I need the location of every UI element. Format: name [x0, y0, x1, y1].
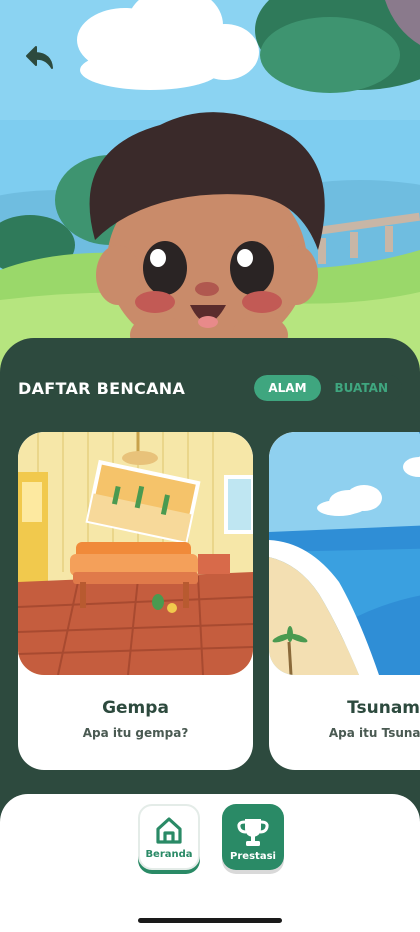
card-subtitle: Apa itu gempa? [82, 726, 189, 740]
scene-artwork [0, 0, 420, 380]
room-illustration [18, 432, 253, 675]
card-title: Tsunami [347, 698, 420, 718]
gempa-illustration [18, 432, 253, 675]
nav-prestasi-button[interactable]: Prestasi [222, 804, 284, 870]
disaster-card-tsunami[interactable]: Tsunami Apa itu Tsunami? [269, 432, 420, 770]
back-arrow-icon [26, 46, 53, 69]
back-button[interactable] [18, 38, 62, 78]
home-indicator [138, 918, 282, 923]
trophy-icon [236, 815, 270, 849]
disaster-card-gempa[interactable]: Gempa Apa itu gempa? [18, 432, 253, 770]
nav-beranda-label: Beranda [145, 849, 193, 860]
panel-title: DAFTAR BENCANA [18, 378, 186, 398]
tab-buatan[interactable]: BUATAN [321, 375, 402, 401]
nav-prestasi-label: Prestasi [230, 851, 276, 862]
tab-alam[interactable]: ALAM [254, 375, 321, 401]
nav-beranda-button[interactable]: Beranda [138, 804, 200, 870]
disaster-card-carousel[interactable]: Gempa Apa itu gempa? Tsunami Apa itu Tsu… [18, 432, 420, 770]
card-title: Gempa [102, 698, 169, 718]
beach-illustration [269, 432, 420, 675]
category-toggle: ALAM BUATAN [254, 375, 402, 401]
header-illustration [0, 0, 420, 380]
card-subtitle: Apa itu Tsunami? [328, 726, 420, 740]
bottom-navigation: Beranda Prestasi [0, 794, 420, 932]
tsunami-illustration [269, 432, 420, 675]
panel-header: DAFTAR BENCANA ALAM BUATAN [18, 374, 402, 402]
home-icon [152, 813, 186, 847]
